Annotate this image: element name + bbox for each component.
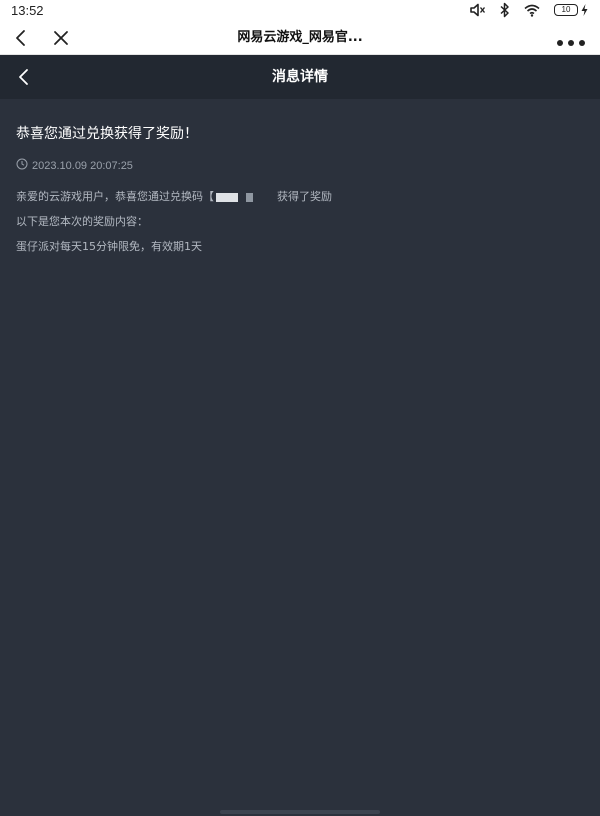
- message-timestamp-row: 2023.10.09 20:07:25: [16, 158, 584, 174]
- message-line-3: 蛋仔派对每天15分钟限免，有效期1天: [16, 240, 202, 253]
- status-time: 13:52: [11, 2, 44, 18]
- message-title: 恭喜您通过兑换获得了奖励！: [16, 126, 198, 142]
- wifi-icon: [524, 4, 540, 17]
- mute-icon: [470, 3, 486, 17]
- app-header: 消息详情: [0, 55, 600, 99]
- message-line-1: 亲爱的云游戏用户，恭喜您通过兑换码【 获得了奖励: [16, 190, 584, 204]
- charging-icon: [581, 4, 588, 16]
- home-indicator[interactable]: [220, 810, 380, 814]
- redacted-code-fragment: [246, 192, 253, 202]
- browser-page-title: 网易云游戏_网易官...: [237, 30, 363, 45]
- message-body: 亲爱的云游戏用户，恭喜您通过兑换码【 获得了奖励 以下是您本次的奖励内容： 蛋仔派…: [16, 190, 584, 254]
- more-options-icon[interactable]: [556, 33, 586, 46]
- battery-icon: 10: [554, 4, 588, 16]
- browser-toolbar: 网易云游戏_网易官...: [0, 20, 600, 55]
- message-line-1-prefix: 亲爱的云游戏用户，恭喜您通过兑换码【: [16, 190, 214, 203]
- battery-level: 10: [554, 4, 578, 16]
- message-line-1-suffix: 获得了奖励: [277, 190, 332, 203]
- status-icons: 10: [470, 2, 588, 18]
- message-timestamp: 2023.10.09 20:07:25: [32, 160, 133, 172]
- redacted-code: [216, 192, 238, 202]
- clock-icon: [16, 158, 28, 174]
- page-title: 消息详情: [272, 69, 328, 85]
- message-detail: 恭喜您通过兑换获得了奖励！ 2023.10.09 20:07:25 亲爱的云游戏…: [0, 99, 600, 816]
- bluetooth-icon: [500, 2, 510, 18]
- message-line-2: 以下是您本次的奖励内容：: [16, 215, 148, 228]
- status-bar: 13:52 10: [0, 0, 600, 20]
